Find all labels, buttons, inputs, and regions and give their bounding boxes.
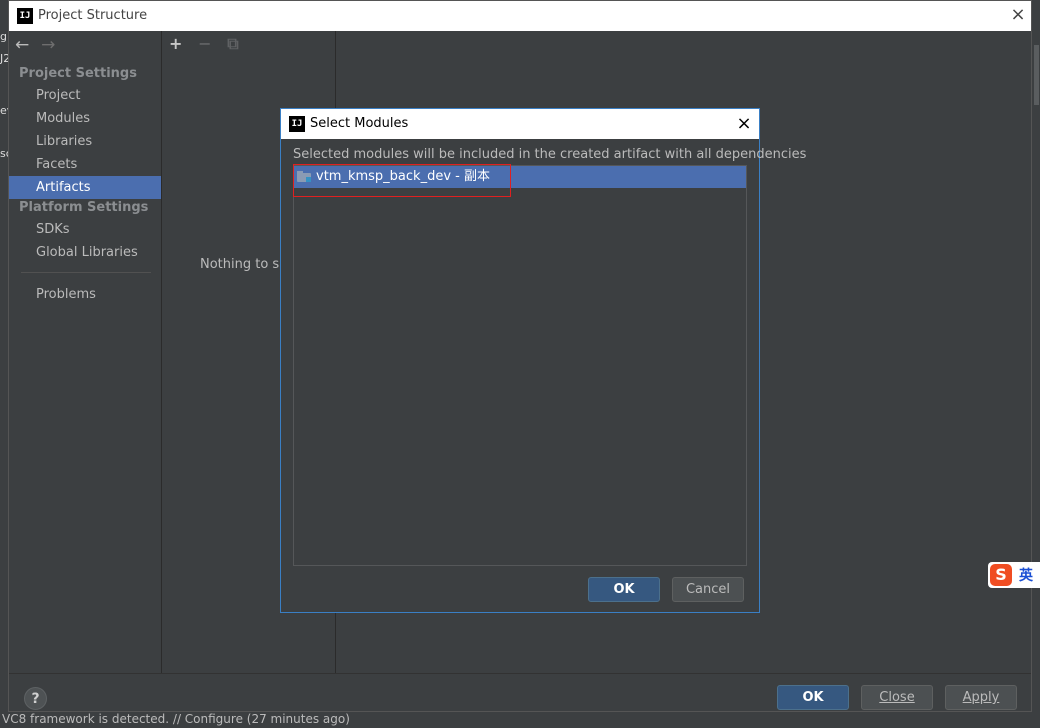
- empty-state-text: Nothing to sh: [200, 257, 288, 272]
- add-icon[interactable]: +: [169, 34, 194, 53]
- nav-arrows: ← →: [15, 35, 63, 55]
- close-icon[interactable]: ×: [1007, 4, 1029, 26]
- copy-icon[interactable]: ⧉: [227, 34, 252, 54]
- close-button[interactable]: Close: [861, 685, 933, 710]
- close-icon[interactable]: ×: [733, 113, 755, 135]
- dialog-titlebar: IJ Select Modules ×: [281, 109, 759, 139]
- remove-icon[interactable]: −: [198, 34, 223, 53]
- sidebar-item-project[interactable]: Project: [9, 84, 161, 107]
- artifacts-toolbar: + − ⧉: [169, 34, 252, 54]
- ime-indicator[interactable]: S 英: [988, 562, 1040, 588]
- ime-language-label: 英: [1019, 568, 1033, 584]
- sidebar-item-problems[interactable]: Problems: [9, 283, 161, 306]
- ide-left-edge: g J2 ev sc o: [0, 30, 8, 680]
- dialog-title: Select Modules: [310, 116, 409, 131]
- dialog-cancel-button[interactable]: Cancel: [672, 577, 744, 602]
- help-button[interactable]: ?: [24, 687, 47, 710]
- left-edge-text-2: J2: [0, 52, 8, 65]
- left-edge-text-1: g: [0, 30, 7, 43]
- dialog-ok-button[interactable]: OK: [588, 577, 660, 602]
- intellij-icon: IJ: [289, 116, 305, 132]
- ide-status-bar: VC8 framework is detected. // Configure …: [0, 710, 1040, 728]
- apply-button[interactable]: Apply: [945, 685, 1017, 710]
- sidebar-item-facets[interactable]: Facets: [9, 153, 161, 176]
- close-button-label: Close: [879, 690, 915, 705]
- sidebar-item-global-libraries[interactable]: Global Libraries: [9, 241, 161, 264]
- section-platform-settings: Platform Settings: [19, 200, 149, 215]
- settings-sidebar: ← → Project Settings Project Modules Lib…: [9, 31, 162, 673]
- sidebar-divider: [21, 272, 151, 273]
- sidebar-item-libraries[interactable]: Libraries: [9, 130, 161, 153]
- dialog-description: Selected modules will be included in the…: [293, 147, 807, 162]
- window-title: Project Structure: [38, 8, 148, 23]
- window-titlebar: IJ Project Structure ×: [9, 1, 1031, 31]
- left-edge-text-3: ev: [0, 104, 8, 117]
- highlight-annotation-box: [293, 164, 511, 197]
- window-button-bar: ? OK Close Apply: [9, 673, 1031, 711]
- ok-button[interactable]: OK: [777, 685, 849, 710]
- section-project-settings: Project Settings: [19, 66, 137, 81]
- modules-list[interactable]: vtm_kmsp_back_dev - 副本: [293, 165, 747, 566]
- sogou-logo-icon: S: [990, 564, 1012, 586]
- intellij-icon: IJ: [17, 8, 33, 24]
- sidebar-item-modules[interactable]: Modules: [9, 107, 161, 130]
- back-arrow-icon[interactable]: ←: [15, 35, 37, 55]
- sidebar-item-artifacts[interactable]: Artifacts: [9, 176, 161, 199]
- forward-arrow-icon[interactable]: →: [41, 35, 63, 55]
- left-edge-text-4: sc: [0, 147, 8, 160]
- sidebar-item-sdks[interactable]: SDKs: [9, 218, 161, 241]
- apply-button-label: Apply: [962, 690, 1000, 705]
- select-modules-dialog: IJ Select Modules × Selected modules wil…: [280, 108, 806, 613]
- scrollbar-thumb[interactable]: [1034, 45, 1039, 105]
- ide-right-scrollbar[interactable]: [1032, 30, 1040, 710]
